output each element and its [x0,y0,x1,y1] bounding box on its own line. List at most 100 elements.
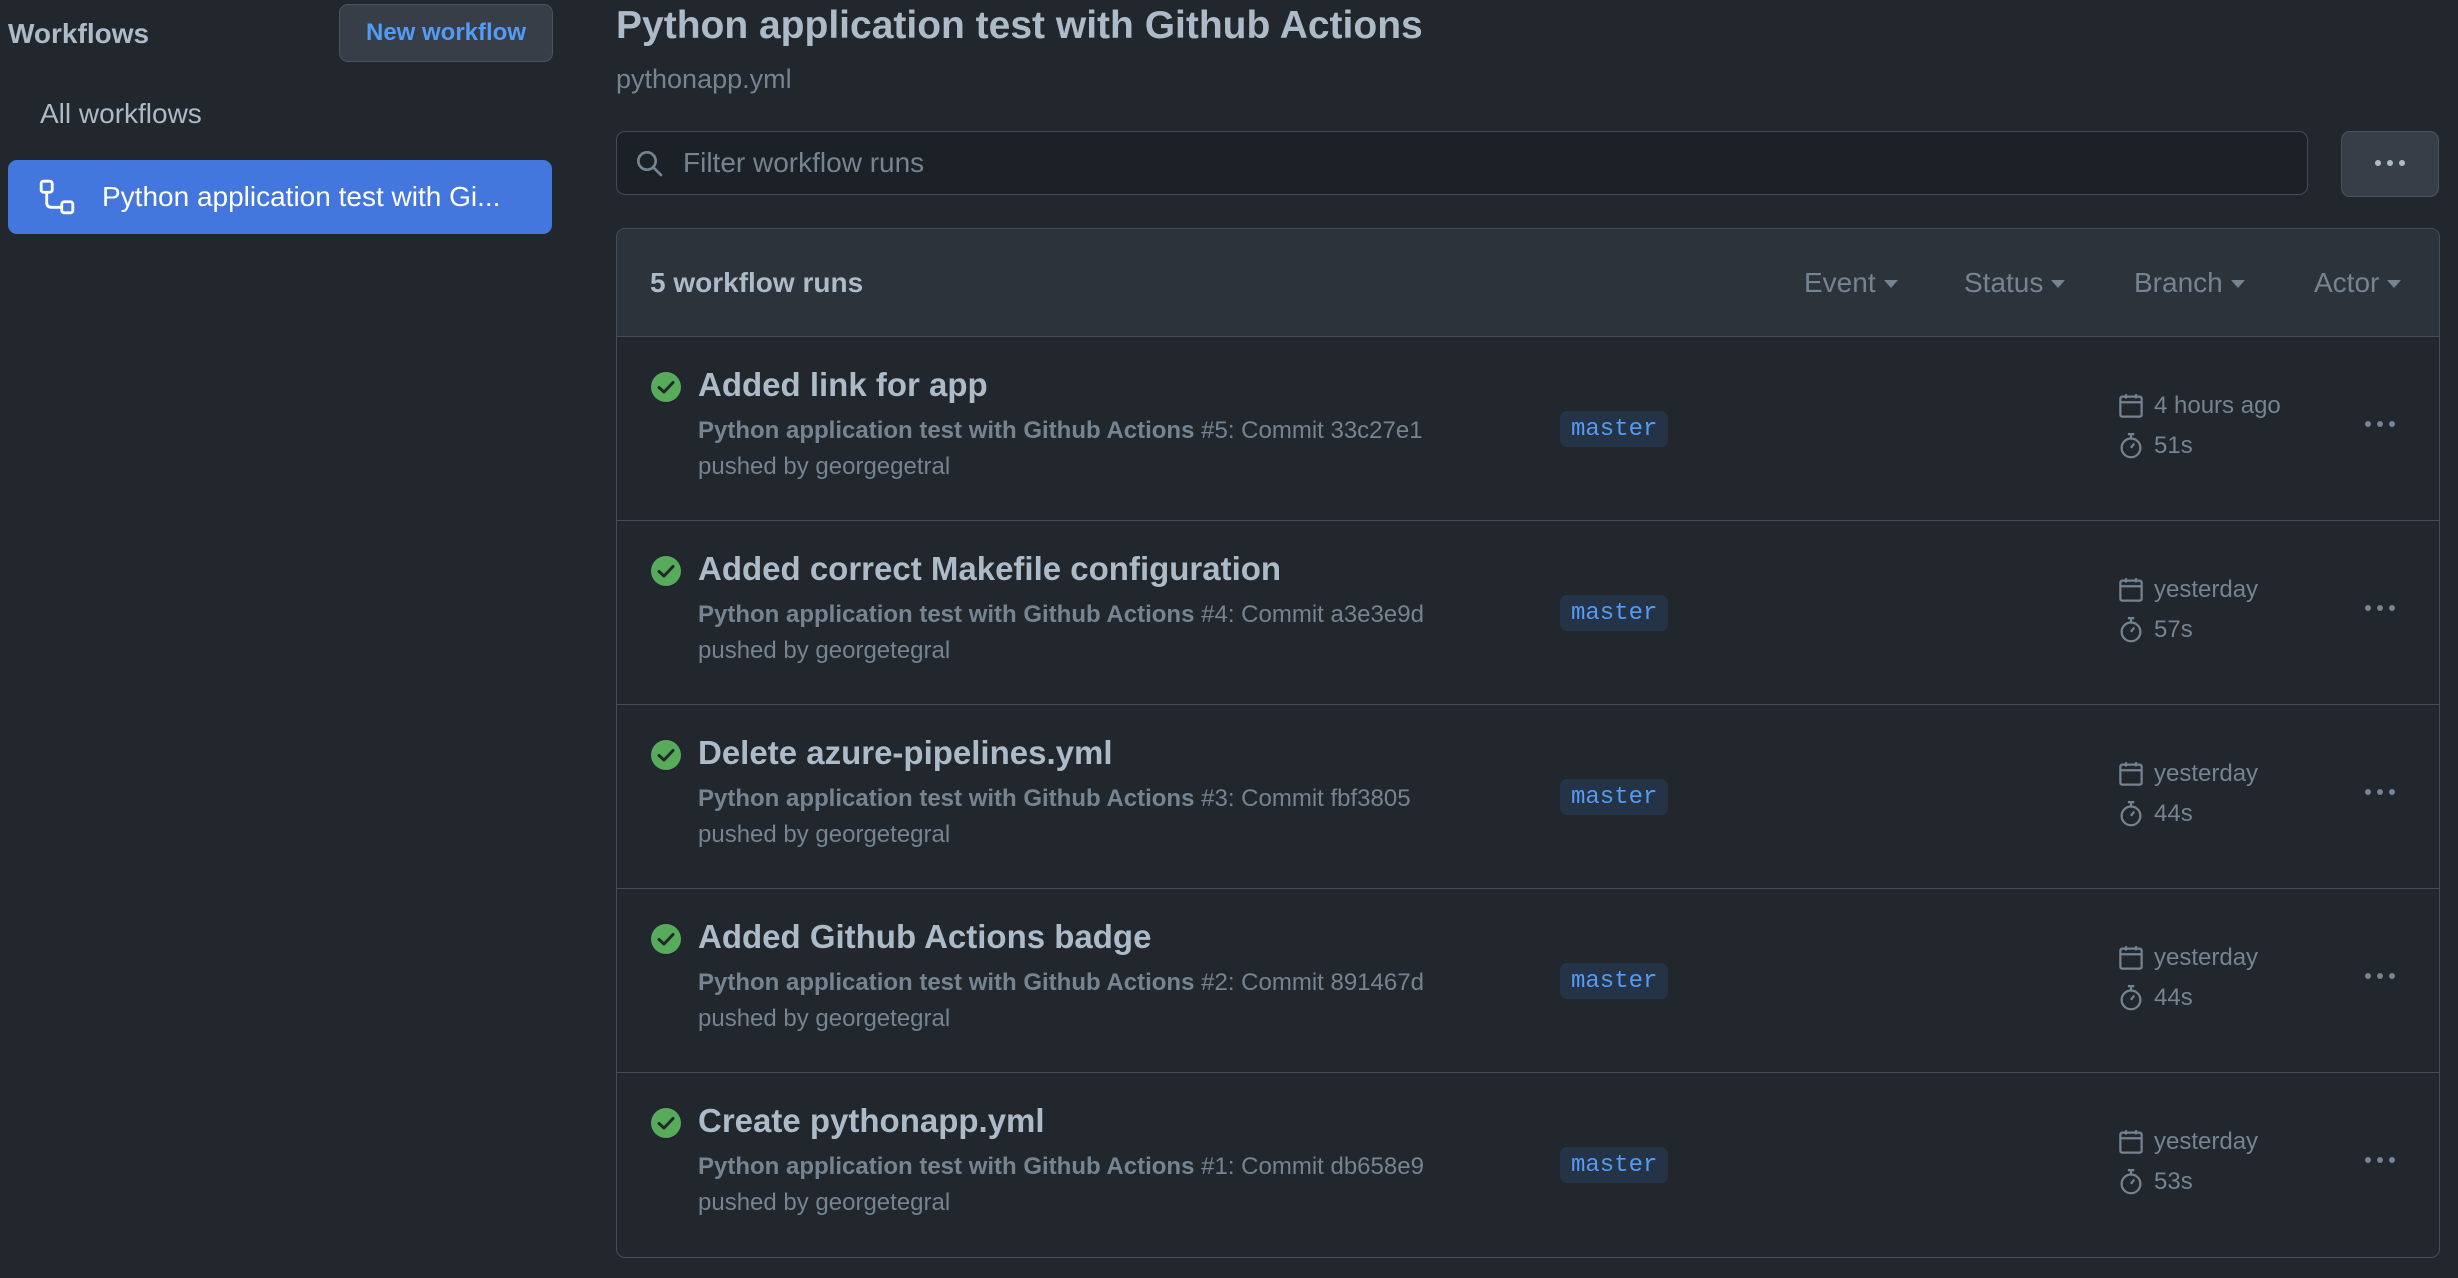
stopwatch-icon [2116,983,2146,1013]
run-workflow-name: Python application test with Github Acti… [698,1153,1195,1180]
run-time-label: yesterday [2154,760,2259,787]
runs-header: 5 workflow runs Event Status Branch Acto… [617,229,2439,337]
run-pushed-by: pushed by georgetegral [698,637,951,664]
page-title: Python application test with Github Acti… [616,4,1423,47]
actor-filter-dropdown[interactable]: Actor [2314,267,2402,299]
branch-badge[interactable]: master [1560,779,1669,815]
run-pushed-by: pushed by georgetegral [698,1189,951,1216]
run-options-button[interactable] [2352,589,2408,629]
run-options-button[interactable] [2352,773,2408,813]
check-circle-fill-icon [650,371,682,403]
kebab-horizontal-icon [2362,600,2398,618]
run-duration-label: 44s [2154,984,2193,1011]
sidebar-title: Workflows [8,18,150,49]
run-pushed-by: pushed by georgetegral [698,1005,951,1032]
check-circle-fill-icon [650,739,682,771]
kebab-horizontal-icon [2362,784,2398,802]
stopwatch-icon [2116,799,2146,829]
caret-down-icon [1883,280,1898,288]
filter-workflow-runs[interactable] [616,131,2308,195]
run-options-button[interactable] [2352,405,2408,445]
caret-down-icon [2230,280,2245,288]
branch-badge[interactable]: master [1560,595,1669,631]
run-title-link[interactable]: Added correct Makefile configuration [698,550,1281,588]
run-workflow-name: Python application test with Github Acti… [698,785,1195,812]
calendar-icon [2116,575,2146,605]
workflow-runs-list: 5 workflow runs Event Status Branch Acto… [616,228,2440,1258]
run-info: #3: Commit fbf3805 [1194,785,1411,812]
run-title-link[interactable]: Create pythonapp.yml [698,1102,1045,1140]
run-workflow-name: Python application test with Github Acti… [698,969,1195,996]
caret-down-icon [2387,280,2402,288]
run-title-link[interactable]: Delete azure-pipelines.yml [698,734,1112,772]
run-options-button[interactable] [2352,957,2408,997]
run-options-button[interactable] [2352,1141,2408,1181]
sidebar-header: Workflows New workflow [8,0,553,70]
branch-badge[interactable]: master [1560,411,1669,447]
main-content: Python application test with Github Acti… [616,0,2440,1278]
stopwatch-icon [2116,431,2146,461]
check-circle-fill-icon [650,1107,682,1139]
workflow-run-row[interactable]: Delete azure-pipelines.yml Python applic… [617,705,2439,889]
sidebar-item-label: Python application test with Gi... [102,181,501,212]
branch-badge[interactable]: master [1560,963,1669,999]
run-duration-label: 53s [2154,1168,2193,1195]
workflow-run-row[interactable]: Added Github Actions badge Python applic… [617,889,2439,1073]
run-title-link[interactable]: Added link for app [698,366,988,404]
calendar-icon [2116,1127,2146,1157]
new-workflow-button[interactable]: New workflow [339,4,553,62]
run-duration: 57s [2116,615,2193,645]
stopwatch-icon [2116,615,2146,645]
branch-filter-label: Branch [2134,267,2223,298]
sidebar: Workflows New workflow All workflows Pyt… [0,0,560,1278]
stopwatch-icon [2116,1167,2146,1197]
caret-down-icon [2051,280,2066,288]
filter-input[interactable] [681,146,2307,180]
run-time-label: yesterday [2154,944,2259,971]
run-info: #4: Commit a3e3e9d [1194,601,1424,628]
run-meta: Python application test with Github Acti… [698,969,1424,997]
event-filter-dropdown[interactable]: Event [1804,267,1898,299]
workflow-file-name: pythonapp.yml [616,64,792,94]
run-duration-label: 44s [2154,800,2193,827]
kebab-horizontal-icon [2362,416,2398,434]
run-duration-label: 51s [2154,432,2193,459]
run-time: yesterday [2116,1127,2258,1157]
workflow-run-row[interactable]: Added correct Makefile configuration Pyt… [617,521,2439,705]
run-time: yesterday [2116,575,2258,605]
actor-filter-label: Actor [2314,267,2380,298]
calendar-icon [2116,943,2146,973]
run-info: #2: Commit 891467d [1194,969,1424,996]
calendar-icon [2116,759,2146,789]
run-time-label: yesterday [2154,576,2259,603]
run-time: yesterday [2116,759,2258,789]
run-duration: 44s [2116,799,2193,829]
run-duration: 44s [2116,983,2193,1013]
run-time-label: yesterday [2154,1128,2259,1155]
status-filter-label: Status [1964,267,2044,298]
workflow-run-row[interactable]: Create pythonapp.yml Python application … [617,1073,2439,1257]
branch-badge[interactable]: master [1560,1147,1669,1183]
calendar-icon [2116,391,2146,421]
workflow-run-row[interactable]: Added link for app Python application te… [617,337,2439,521]
workflow-options-button[interactable] [2341,131,2439,197]
status-filter-dropdown[interactable]: Status [1964,267,2066,299]
run-duration: 51s [2116,431,2193,461]
kebab-horizontal-icon [2362,1152,2398,1170]
run-duration-label: 57s [2154,616,2193,643]
check-circle-fill-icon [650,555,682,587]
run-meta: Python application test with Github Acti… [698,601,1424,629]
kebab-horizontal-icon [2372,155,2408,173]
sidebar-item-all-workflows[interactable]: All workflows [40,98,202,130]
check-circle-fill-icon [650,923,682,955]
run-meta: Python application test with Github Acti… [698,417,1423,445]
run-info: #1: Commit db658e9 [1194,1153,1424,1180]
run-title-link[interactable]: Added Github Actions badge [698,918,1151,956]
runs-count: 5 workflow runs [650,267,864,298]
run-time: 4 hours ago [2116,391,2281,421]
sidebar-item-active-workflow[interactable]: Python application test with Gi... [8,160,552,234]
run-time: yesterday [2116,943,2258,973]
run-duration: 53s [2116,1167,2193,1197]
run-pushed-by: pushed by georgegetral [698,453,951,480]
branch-filter-dropdown[interactable]: Branch [2134,267,2245,299]
